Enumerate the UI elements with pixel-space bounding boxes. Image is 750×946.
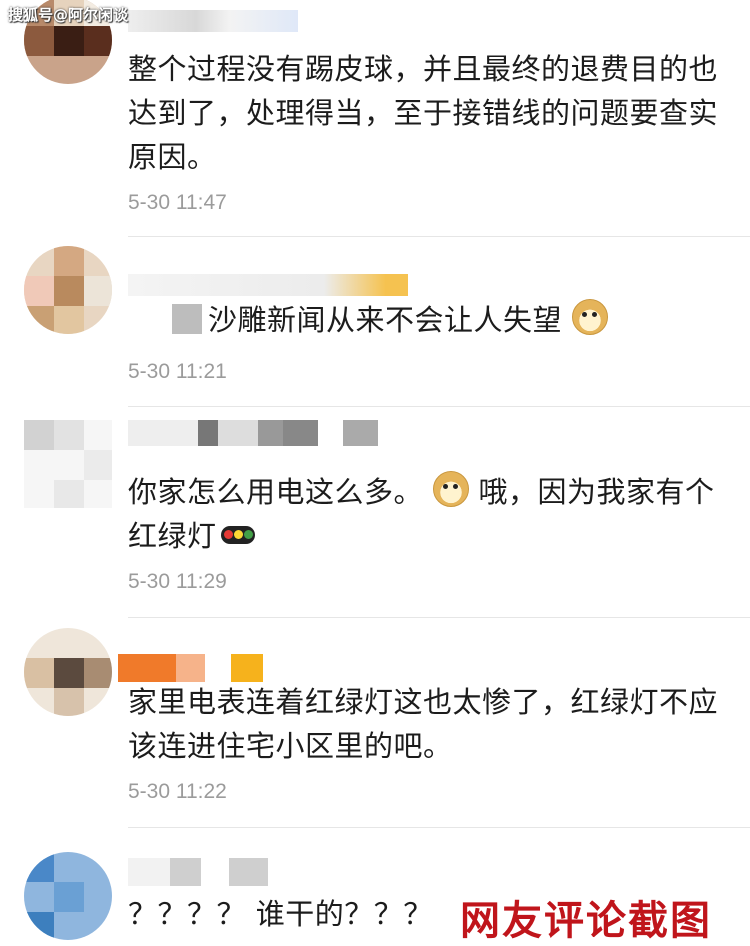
avatar[interactable]	[24, 246, 112, 334]
username-blurred[interactable]	[128, 10, 298, 32]
doge-icon	[432, 471, 469, 507]
doge-icon	[571, 299, 608, 335]
divider	[128, 617, 750, 618]
comment-time: 5-30 11:47	[128, 191, 227, 214]
comment-text: 沙雕新闻从来不会让人失望	[128, 298, 728, 342]
comment-time: 5-30 11:21	[128, 360, 227, 383]
username-blurred[interactable]	[128, 274, 408, 296]
username-blurred[interactable]	[128, 420, 378, 446]
avatar[interactable]	[24, 852, 112, 940]
avatar[interactable]	[24, 420, 112, 508]
watermark: 搜狐号@阿尔闲谈	[8, 6, 129, 24]
comment-item: 家里电表连着红绿灯这也太惨了，红绿灯不应该连进住宅小区里的吧。 5-30 11:…	[0, 620, 750, 830]
avatar[interactable]	[24, 628, 112, 716]
username-blurred[interactable]	[128, 858, 268, 886]
divider	[128, 406, 750, 407]
comment-time: 5-30 11:22	[128, 780, 227, 803]
caption-stamp: 网友评论截图	[460, 897, 712, 944]
comment-text-body: 沙雕新闻从来不会让人失望	[208, 303, 563, 337]
comment-text-a: 你家怎么用电这么多。	[128, 475, 424, 509]
divider	[128, 827, 750, 828]
traffic-light-icon	[220, 526, 255, 544]
comment-text: 整个过程没有踢皮球，并且最终的退费目的也达到了，处理得当，至于接错线的问题要查实…	[128, 52, 719, 174]
comment-item: 沙雕新闻从来不会让人失望 5-30 11:21	[0, 240, 750, 410]
username-blurred[interactable]	[118, 654, 263, 682]
comment-text: 家里电表连着红绿灯这也太惨了，红绿灯不应该连进住宅小区里的吧。	[128, 685, 719, 763]
comment-text: 你家怎么用电这么多。 哦，因为我家有个红绿灯	[128, 470, 728, 558]
redacted-block	[172, 304, 202, 334]
comment-item: 你家怎么用电这么多。 哦，因为我家有个红绿灯 5-30 11:29	[0, 410, 750, 620]
comment-time: 5-30 11:29	[128, 570, 227, 593]
divider	[128, 236, 750, 237]
comment-item: 整个过程没有踢皮球，并且最终的退费目的也达到了，处理得当，至于接错线的问题要查实…	[0, 0, 750, 240]
